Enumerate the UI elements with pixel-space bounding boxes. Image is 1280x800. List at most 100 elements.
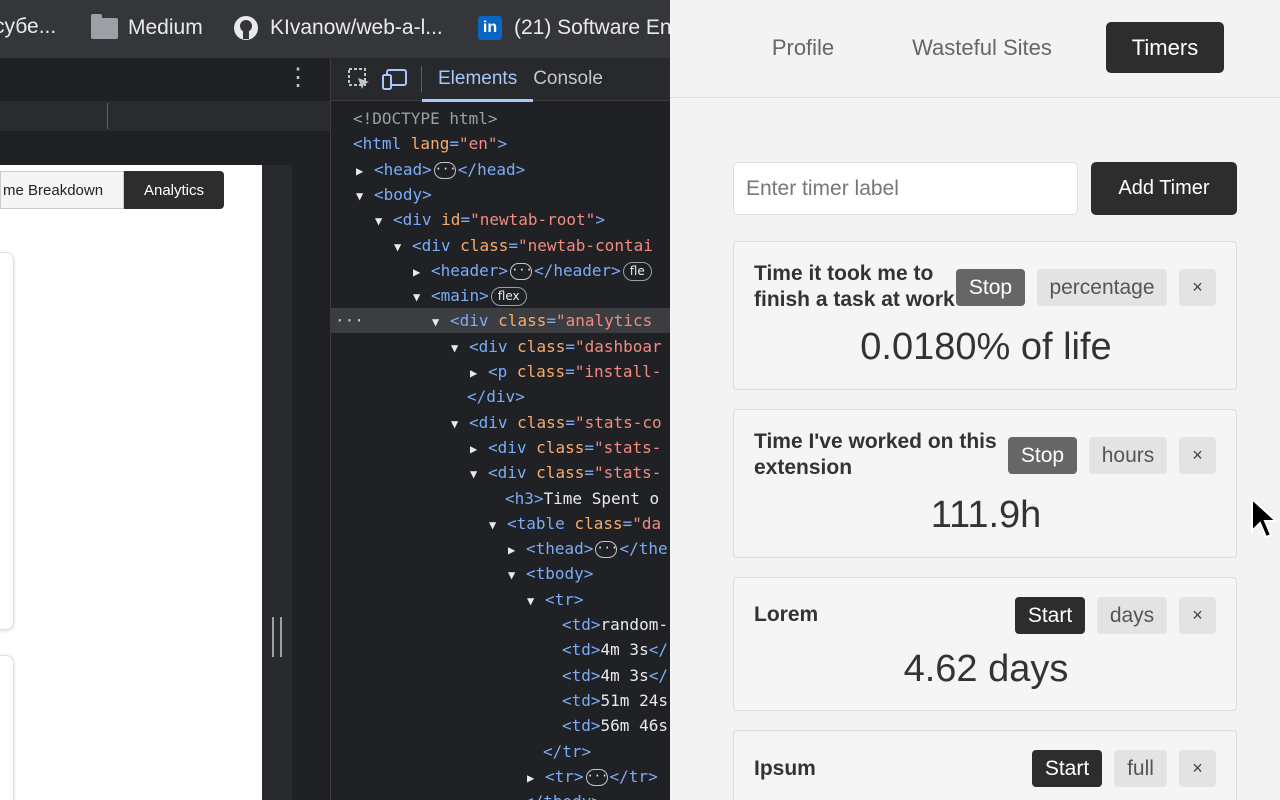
code-token: lang [410, 134, 450, 154]
code-token: "stats-co [574, 412, 662, 432]
timer-value: 4.62 days [903, 648, 1069, 690]
preview-edge [262, 165, 292, 800]
collapse-triangle-icon[interactable]: ▼ [413, 285, 431, 310]
code-token: class [536, 463, 585, 483]
code-token: = [565, 336, 575, 356]
inspect-element-icon[interactable] [345, 65, 373, 93]
timer-stop-button[interactable]: Stop [1008, 437, 1077, 474]
tab-analytics[interactable]: Analytics [124, 171, 224, 209]
code-token: random- [600, 615, 668, 634]
code-token: 4m 3s [600, 665, 649, 685]
code-token: "analytics [555, 311, 653, 331]
timer-card: Time it took me to finish a task at work… [733, 241, 1237, 390]
collapse-triangle-icon[interactable]: ▼ [394, 235, 412, 260]
timer-value: 0.0180% of life [860, 326, 1112, 368]
divider [107, 103, 108, 129]
more-options-icon[interactable]: ⋮ [286, 66, 310, 90]
add-timer-form: Add Timer [733, 162, 1237, 215]
layout-badge[interactable]: flex [490, 287, 527, 307]
collapse-triangle-icon[interactable]: ▼ [489, 513, 507, 538]
node-options-icon[interactable]: ··· [335, 308, 364, 333]
code-token: <h3> [505, 488, 544, 508]
tab-elements[interactable]: Elements [422, 58, 534, 102]
resize-handle[interactable] [272, 617, 282, 657]
expand-triangle-icon[interactable]: ▶ [413, 260, 431, 285]
bookmark-linkedin[interactable]: in (21) Software En... [476, 15, 670, 41]
code-token: = [508, 235, 518, 255]
expand-triangle-icon[interactable]: ▶ [470, 361, 488, 386]
code-token: <tbody> [526, 564, 594, 584]
code-token: "newtab-root" [470, 210, 596, 230]
code-token: </ [648, 640, 668, 660]
code-token: class [516, 362, 566, 381]
code-token: <head> [374, 159, 432, 179]
collapse-triangle-icon[interactable]: ▼ [451, 412, 469, 437]
timer-label: Time I've worked on this extension [754, 430, 997, 479]
timer-mode-button[interactable]: full [1114, 750, 1167, 787]
code-token: = [565, 412, 575, 432]
device-toolbar [0, 101, 330, 131]
tab-time-breakdown[interactable]: me Breakdown [0, 171, 124, 209]
code-token: = [546, 311, 556, 331]
code-token: </tbody> [524, 792, 601, 800]
close-icon[interactable]: × [1179, 597, 1216, 634]
code-token: <td> [562, 640, 601, 660]
collapse-triangle-icon[interactable]: ▼ [527, 589, 545, 614]
nav-wasteful-sites[interactable]: Wasteful Sites [898, 22, 1066, 73]
code-token: <div [488, 437, 537, 457]
collapsed-content-icon[interactable]: ··· [585, 768, 608, 786]
bookmark-item[interactable]: субе... [0, 15, 56, 39]
expand-triangle-icon[interactable]: ▶ [470, 437, 488, 462]
spacer [0, 131, 262, 165]
bookmark-github[interactable]: KIvanow/web-a-l... [232, 15, 443, 41]
code-token: <div [469, 336, 518, 356]
nav-profile[interactable]: Profile [758, 22, 848, 73]
add-timer-button[interactable]: Add Timer [1091, 162, 1237, 215]
timer-label: Lorem [754, 603, 819, 626]
close-icon[interactable]: × [1179, 437, 1216, 474]
collapsed-content-icon[interactable]: ··· [595, 541, 618, 559]
close-icon[interactable]: × [1179, 750, 1216, 787]
page-preview [0, 165, 262, 800]
bookmark-medium[interactable]: Medium [90, 13, 203, 41]
dom-node-line[interactable]: ··· ▼ <div class="analytics [331, 308, 670, 335]
timer-start-button[interactable]: Start [1032, 750, 1102, 787]
timer-value: 111.9h [930, 494, 1042, 536]
collapse-triangle-icon[interactable]: ▼ [470, 462, 488, 487]
code-token: <tr> [545, 589, 584, 609]
timer-label-input[interactable] [733, 162, 1078, 215]
collapsed-content-icon[interactable]: ··· [510, 262, 533, 280]
timer-start-button[interactable]: Start [1015, 597, 1085, 634]
timer-stop-button[interactable]: Stop [956, 269, 1025, 306]
collapse-triangle-icon[interactable]: ▼ [375, 209, 393, 234]
popup-nav: Profile Wasteful Sites Timers [670, 0, 1280, 98]
collapsed-content-icon[interactable]: ··· [433, 161, 456, 179]
code-token: "install- [574, 362, 662, 381]
nav-timers[interactable]: Timers [1106, 22, 1224, 73]
code-token: "stats- [593, 437, 662, 457]
code-token: <body> [374, 184, 432, 204]
close-icon[interactable]: × [1179, 269, 1216, 306]
expand-triangle-icon[interactable]: ▶ [356, 159, 374, 184]
bookmark-label: (21) Software En... [514, 16, 670, 39]
code-token: <header> [431, 260, 509, 280]
extension-popup: Profile Wasteful Sites Timers Add Timer … [670, 0, 1280, 800]
bookmark-label: KIvanow/web-a-l... [270, 16, 443, 39]
collapse-triangle-icon[interactable]: ▼ [451, 336, 469, 361]
layout-badge[interactable]: fle [622, 261, 652, 281]
code-token: = [584, 437, 594, 457]
collapse-triangle-icon[interactable]: ▼ [508, 563, 526, 588]
code-token: <!DOCTYPE html> [353, 109, 498, 128]
devtools-toolbar: Elements Console [331, 58, 670, 102]
code-token: <td> [562, 615, 601, 634]
collapse-triangle-icon[interactable]: ▼ [432, 310, 450, 335]
collapse-triangle-icon[interactable]: ▼ [356, 184, 374, 209]
expand-triangle-icon[interactable]: ▶ [508, 538, 526, 563]
code-token: "dashboar [574, 336, 662, 356]
tab-console[interactable]: Console [533, 58, 619, 101]
expand-triangle-icon[interactable]: ▶ [527, 766, 545, 791]
timer-mode-button[interactable]: days [1097, 597, 1167, 634]
device-toolbar-icon[interactable] [381, 65, 409, 93]
timer-mode-button[interactable]: percentage [1037, 269, 1167, 306]
timer-mode-button[interactable]: hours [1089, 437, 1167, 474]
